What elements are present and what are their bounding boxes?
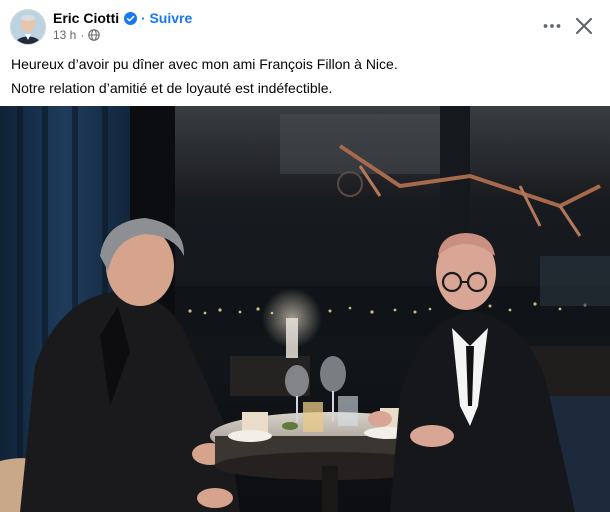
post-header: Eric Ciotti · Suivre 13 h · xyxy=(0,0,610,50)
verified-badge-icon xyxy=(124,11,138,25)
post-text-line-1: Heureux d’avoir pu dîner avec mon ami Fr… xyxy=(11,56,398,72)
author-line: Eric Ciotti · Suivre xyxy=(53,9,192,27)
meta-separator: · xyxy=(80,28,85,42)
globe-icon[interactable] xyxy=(88,29,101,41)
post-photo[interactable] xyxy=(0,106,610,512)
author-avatar[interactable] xyxy=(10,9,46,45)
more-options-icon[interactable] xyxy=(540,14,564,38)
close-icon[interactable] xyxy=(572,14,596,38)
follow-button[interactable]: Suivre xyxy=(149,10,192,26)
post-text: Heureux d’avoir pu dîner avec mon ami Fr… xyxy=(11,52,398,100)
avatar-image xyxy=(11,10,45,44)
post-text-line-2: Notre relation d’amitié et de loyauté es… xyxy=(11,80,333,96)
author-name[interactable]: Eric Ciotti xyxy=(53,10,119,26)
post-meta: 13 h · xyxy=(53,28,101,42)
facebook-post: Eric Ciotti · Suivre 13 h · Heureux d’av… xyxy=(0,0,610,512)
dinner-photo xyxy=(0,106,610,512)
post-timestamp[interactable]: 13 h xyxy=(53,28,76,42)
separator-dot: · xyxy=(141,10,146,26)
